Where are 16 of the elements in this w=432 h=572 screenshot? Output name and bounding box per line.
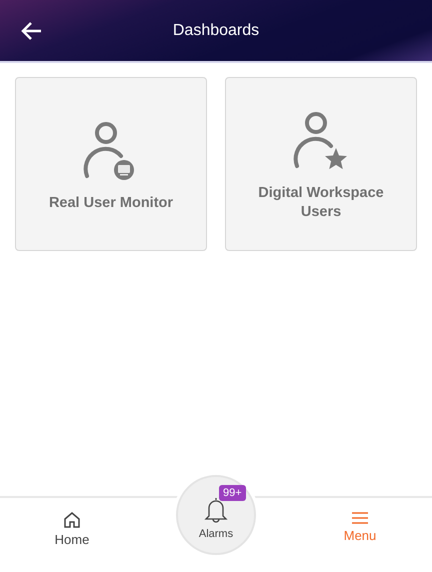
star-icon: [325, 148, 347, 170]
page-title: Dashboards: [172, 22, 260, 40]
dashboard-card[interactable]: Digital Workspace Users: [225, 77, 417, 251]
count-badge: 99+: [219, 485, 246, 501]
nav-tab[interactable]: Menu: [288, 498, 432, 572]
menu-icon: [351, 510, 369, 526]
alarms-button[interactable]: Alarms 99+: [176, 475, 256, 555]
monitor-badge-icon: [114, 160, 134, 180]
person-icon: [294, 112, 333, 168]
person-icon: [84, 122, 123, 178]
nav-tab[interactable]: Home: [0, 498, 144, 572]
bell-icon: [203, 496, 229, 524]
dashboard-label: Real User Monitor: [48, 194, 174, 212]
dashboard-card[interactable]: Real User Monitor: [15, 77, 207, 251]
dashboard-label: Digital Workspace Users: [257, 184, 385, 222]
home-icon: [62, 510, 82, 530]
